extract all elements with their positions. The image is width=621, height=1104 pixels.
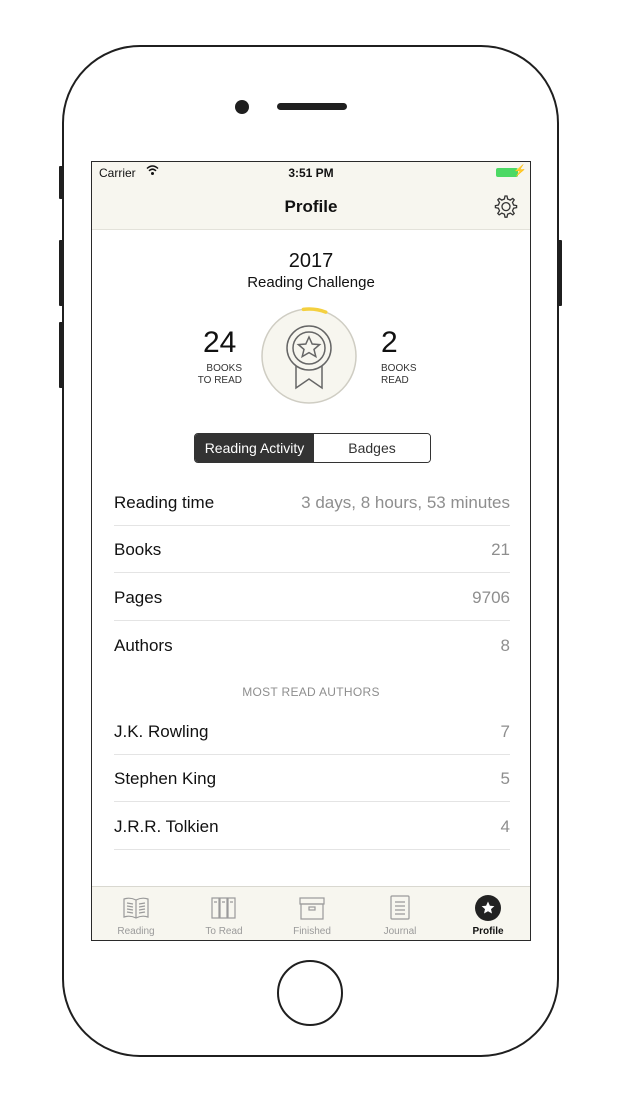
tab-bar: Reading To Read Finished Journal Profile bbox=[92, 886, 530, 940]
challenge-progress-badge[interactable] bbox=[259, 304, 359, 408]
author-book-count: 5 bbox=[500, 769, 510, 788]
books-read-caption: BOOKS READ bbox=[381, 363, 431, 387]
tab-label: Profile bbox=[472, 926, 504, 937]
author-row[interactable]: J.K. Rowling 7 bbox=[114, 708, 510, 755]
caption-line: BOOKS bbox=[381, 363, 417, 374]
tab-profile[interactable]: Profile bbox=[444, 887, 530, 940]
books-to-read-caption: BOOKS TO READ bbox=[192, 363, 242, 387]
author-book-count: 4 bbox=[500, 817, 510, 836]
stat-label: Authors bbox=[114, 636, 173, 655]
author-row[interactable]: Stephen King 5 bbox=[114, 755, 510, 802]
stat-value: 9706 bbox=[472, 588, 510, 607]
books-to-read-count: 24 bbox=[203, 326, 237, 359]
author-row[interactable]: J.R.R. Tolkien 4 bbox=[114, 803, 510, 850]
author-book-count: 7 bbox=[500, 722, 510, 741]
tab-label: Finished bbox=[293, 926, 331, 937]
challenge-year: 2017 bbox=[288, 250, 334, 272]
navigation-bar: Profile bbox=[92, 184, 530, 230]
status-bar: Carrier 3:51 PM ⚡ bbox=[92, 162, 530, 184]
open-book-icon bbox=[123, 897, 149, 919]
gear-icon[interactable] bbox=[492, 194, 518, 220]
books-read-count: 2 bbox=[381, 326, 398, 359]
status-time: 3:51 PM bbox=[288, 166, 334, 180]
stat-row-books: Books 21 bbox=[114, 526, 510, 573]
stat-value: 8 bbox=[500, 636, 510, 655]
app-screen: Carrier 3:51 PM ⚡ Profile 2017 Reading C… bbox=[91, 161, 531, 941]
stat-value: 21 bbox=[491, 540, 510, 559]
earpiece-speaker bbox=[277, 103, 347, 110]
segment-reading-activity[interactable]: Reading Activity bbox=[195, 434, 314, 462]
stat-value: 3 days, 8 hours, 53 minutes bbox=[301, 493, 510, 512]
tab-label: Reading bbox=[117, 926, 155, 937]
stat-row-pages: Pages 9706 bbox=[114, 574, 510, 621]
tab-finished[interactable]: Finished bbox=[268, 887, 356, 940]
charging-bolt-icon: ⚡ bbox=[513, 165, 527, 177]
caption-line: BOOKS bbox=[206, 363, 242, 374]
most-read-authors-header: MOST READ AUTHORS bbox=[242, 685, 380, 699]
author-name: J.R.R. Tolkien bbox=[114, 817, 219, 836]
archive-box-icon bbox=[299, 897, 325, 920]
author-name: Stephen King bbox=[114, 769, 217, 788]
page-title: Profile bbox=[284, 197, 338, 216]
profile-star-icon bbox=[475, 895, 501, 921]
books-stack-icon bbox=[211, 897, 236, 919]
activity-segmented-control: Reading Activity Badges bbox=[194, 433, 431, 463]
challenge-title: Reading Challenge bbox=[247, 274, 375, 291]
front-camera bbox=[235, 100, 249, 114]
stat-row-authors: Authors 8 bbox=[114, 622, 510, 669]
stat-label: Pages bbox=[114, 588, 163, 607]
caption-line: READ bbox=[381, 375, 409, 386]
stat-row-reading-time: Reading time 3 days, 8 hours, 53 minutes bbox=[114, 479, 510, 526]
caption-line: TO READ bbox=[197, 375, 242, 386]
author-name: J.K. Rowling bbox=[114, 722, 209, 741]
stat-label: Reading time bbox=[114, 493, 215, 512]
tab-reading[interactable]: Reading bbox=[92, 887, 180, 940]
tab-label: Journal bbox=[383, 926, 417, 937]
tab-to-read[interactable]: To Read bbox=[180, 887, 268, 940]
tab-label: To Read bbox=[205, 926, 243, 937]
stat-label: Books bbox=[114, 540, 162, 559]
home-button[interactable] bbox=[277, 960, 343, 1026]
journal-icon bbox=[390, 895, 410, 920]
segment-badges[interactable]: Badges bbox=[314, 434, 430, 462]
tab-journal[interactable]: Journal bbox=[356, 887, 444, 940]
